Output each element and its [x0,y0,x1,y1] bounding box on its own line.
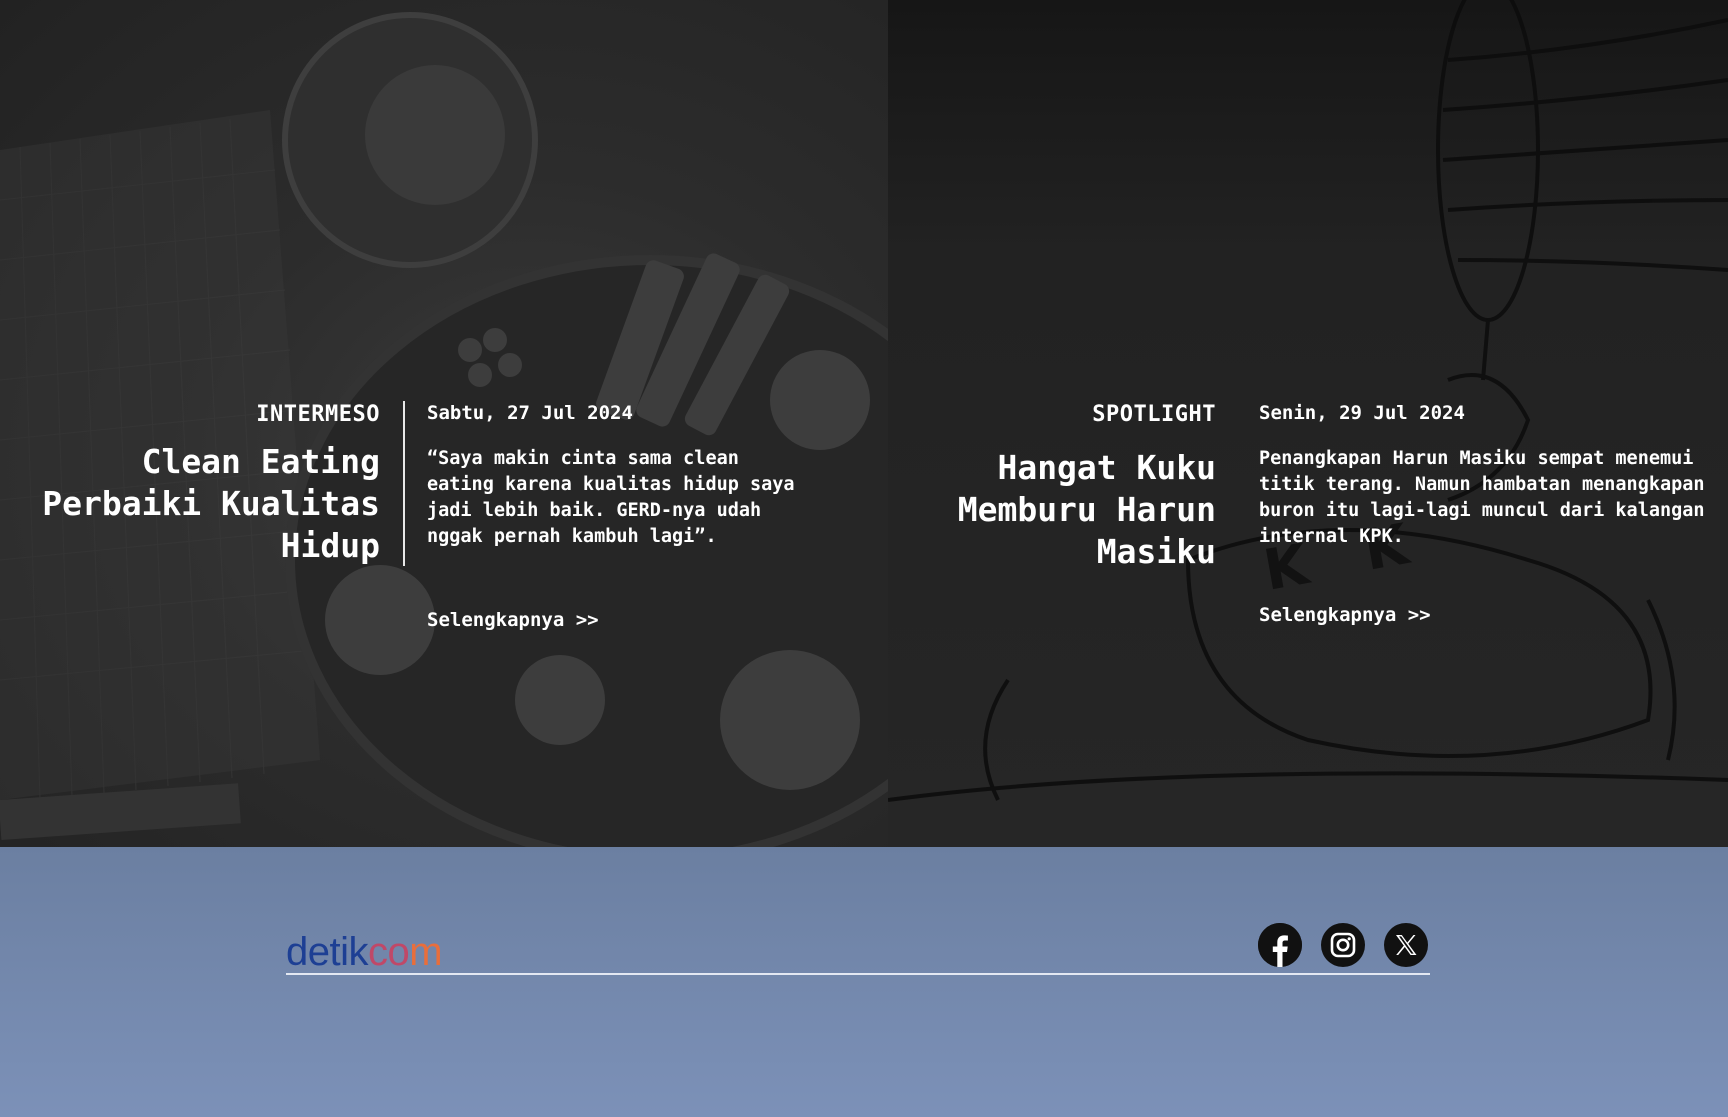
text-column: Sabtu, 27 Jul 2024 “Saya makin cinta sam… [427,402,827,631]
headline-column: SPOTLIGHT Hangat Kuku Memburu Harun Masi… [926,402,1216,626]
headline-column: INTERMESO Clean Eating Perbaiki Kualitas… [0,402,380,631]
text-column: Senin, 29 Jul 2024 Penangkapan Harun Mas… [1259,402,1728,626]
instagram-icon[interactable] [1321,923,1365,967]
article-date: Sabtu, 27 Jul 2024 [427,402,633,424]
logo-part-co: co [368,930,410,974]
read-more-link[interactable]: Selengkapnya >> [1259,604,1728,626]
article-excerpt: Penangkapan Harun Masiku sempat menemui … [1259,448,1705,547]
site-footer: detikcom [0,847,1728,1117]
category-label: SPOTLIGHT [1092,402,1216,427]
article-title[interactable]: Hangat Kuku Memburu Harun Masiku [926,447,1216,573]
logo-part-detik: detik [286,930,369,974]
article-title[interactable]: Clean Eating Perbaiki Kualitas Hidup [0,441,380,567]
read-more-link[interactable]: Selengkapnya >> [427,609,827,631]
feature-panel-spotlight[interactable]: K K SPOTLIGHT Hangat Kuku Memburu Harun … [888,0,1728,847]
article-excerpt: “Saya makin cinta sama clean eating kare… [427,448,795,547]
detikcom-logo[interactable]: detikcom [286,930,443,974]
feature-intermeso: INTERMESO Clean Eating Perbaiki Kualitas… [0,401,888,631]
feature-panel-intermeso[interactable]: INTERMESO Clean Eating Perbaiki Kualitas… [0,0,888,847]
article-date: Senin, 29 Jul 2024 [1259,402,1465,424]
logo-part-m: m [409,930,443,974]
footer-divider-line [286,973,1430,975]
vertical-divider [403,401,405,566]
social-links [1258,923,1428,967]
facebook-icon[interactable] [1258,923,1302,967]
feature-spotlight: SPOTLIGHT Hangat Kuku Memburu Harun Masi… [888,402,1728,626]
feature-panels: INTERMESO Clean Eating Perbaiki Kualitas… [0,0,1728,847]
x-icon[interactable] [1384,923,1428,967]
category-label: INTERMESO [256,402,380,427]
